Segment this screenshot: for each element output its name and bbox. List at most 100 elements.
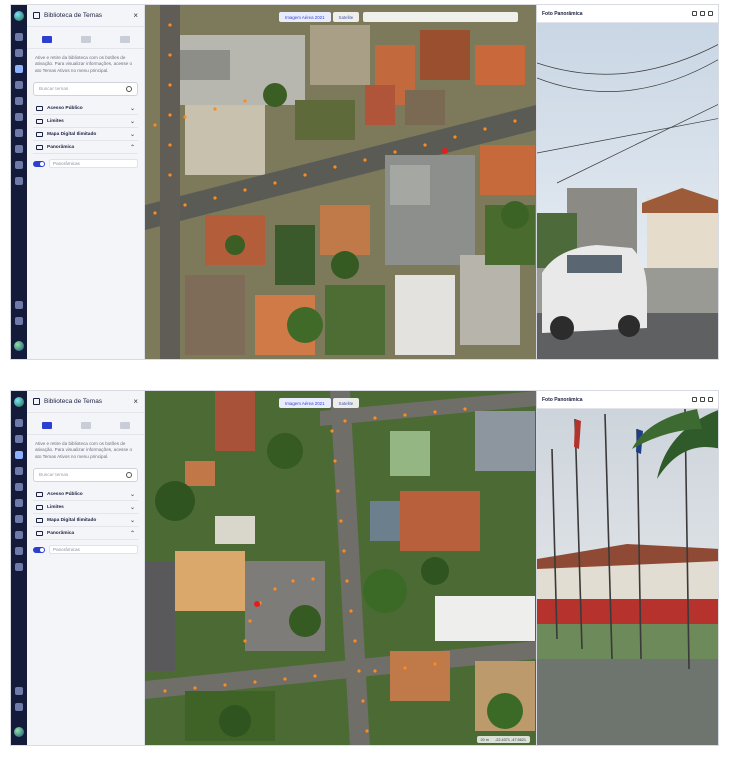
layer-group-acesso-publico[interactable]: Acesso Público ⌄ — [33, 488, 138, 502]
panoramica-toggle[interactable] — [33, 160, 45, 167]
tab-grid-view[interactable] — [80, 422, 91, 429]
close-photo-icon[interactable] — [708, 397, 713, 402]
street-view-image[interactable] — [537, 409, 718, 745]
panoramica-toggle-row: Panorâmicas — [33, 158, 138, 169]
measure-icon[interactable] — [15, 97, 23, 105]
settings-icon[interactable] — [15, 687, 23, 695]
home-icon[interactable] — [15, 419, 23, 427]
street-view-image[interactable] — [537, 23, 718, 359]
panoramica-toggle-row: Panorâmicas — [33, 544, 138, 555]
tab-basemap-aerial[interactable]: Imagem Aérea 2021 — [279, 12, 331, 22]
layer-search-input[interactable]: Buscar temas — [33, 82, 138, 97]
app-logo-icon — [14, 11, 24, 21]
layers-icon[interactable] — [15, 451, 23, 459]
tab-favorites[interactable] — [119, 36, 130, 43]
chart-icon[interactable] — [15, 129, 23, 137]
layer-group-mapa-digital[interactable]: Mapa Digital Ilimitado ⌄ — [33, 514, 138, 528]
search-icon — [126, 86, 132, 93]
panel-description: Ative e retire da biblioteca com os botõ… — [35, 441, 133, 459]
chevron-down-icon: ⌄ — [129, 105, 135, 112]
photo-header: Foto Panorâmica — [537, 5, 718, 23]
panel-header: Biblioteca de Temas × — [27, 5, 144, 27]
chevron-down-icon: ⌄ — [129, 131, 135, 138]
expand-icon[interactable] — [700, 397, 705, 402]
share-icon[interactable] — [15, 145, 23, 153]
share-icon[interactable] — [15, 531, 23, 539]
search-placeholder: Buscar temas — [39, 86, 69, 92]
folder-icon — [36, 144, 43, 150]
layer-group-limites[interactable]: Limites ⌄ — [33, 501, 138, 515]
aerial-map[interactable]: Imagem Aérea 2021 Satelite — [145, 5, 536, 359]
folder-icon — [36, 504, 43, 510]
info-icon[interactable] — [15, 317, 23, 325]
user-icon[interactable] — [15, 547, 23, 555]
tab-list-view[interactable] — [41, 36, 52, 43]
close-panel-button[interactable]: × — [133, 397, 138, 406]
layer-group-panoramica[interactable]: Panorâmica ⌃ — [33, 141, 138, 155]
settings-icon[interactable] — [15, 301, 23, 309]
help-icon[interactable] — [15, 177, 23, 185]
basemap-tabs: Imagem Aérea 2021 Satelite — [279, 398, 360, 408]
close-photo-icon[interactable] — [708, 11, 713, 16]
chevron-up-icon: ⌃ — [129, 144, 135, 151]
measure-icon[interactable] — [15, 483, 23, 491]
help-icon[interactable] — [15, 563, 23, 571]
layer-group-limites[interactable]: Limites ⌄ — [33, 115, 138, 129]
panoramic-photo-pane: Foto Panorâmica — [536, 391, 718, 745]
map-toolbar[interactable] — [363, 12, 518, 22]
tools-icon[interactable] — [15, 81, 23, 89]
layer-group-label: Panorâmica — [47, 530, 75, 536]
panel-title: Biblioteca de Temas — [44, 398, 103, 405]
layer-group-acesso-publico[interactable]: Acesso Público ⌄ — [33, 102, 138, 116]
user-icon[interactable] — [15, 161, 23, 169]
tools-icon[interactable] — [15, 467, 23, 475]
panel-mode-tabs — [27, 417, 144, 435]
tab-list-view[interactable] — [41, 422, 52, 429]
tab-basemap-satellite[interactable]: Satelite — [332, 12, 360, 22]
basemap-tabs: Imagem Aérea 2021 Satelite — [279, 12, 360, 22]
globe-icon[interactable] — [14, 341, 24, 351]
layer-group-mapa-digital[interactable]: Mapa Digital Ilimitado ⌄ — [33, 128, 138, 142]
chevron-down-icon: ⌄ — [129, 504, 135, 511]
folder-icon — [36, 118, 43, 124]
street-scene-car — [537, 23, 718, 359]
chevron-down-icon: ⌄ — [129, 517, 135, 524]
close-panel-button[interactable]: × — [133, 11, 138, 20]
expand-icon[interactable] — [700, 11, 705, 16]
location-marker-icon[interactable] — [254, 601, 260, 607]
panoramic-photo-pane: Foto Panorâmica — [536, 5, 718, 359]
print-icon[interactable] — [15, 499, 23, 507]
aerial-map[interactable]: Imagem Aérea 2021 Satelite 20 m -22.4371… — [145, 391, 536, 745]
location-marker-icon[interactable] — [442, 148, 448, 154]
nav-rail — [11, 391, 27, 745]
layer-search-input[interactable]: Buscar temas — [33, 468, 138, 483]
tab-basemap-satellite[interactable]: Satelite — [332, 398, 360, 408]
search-placeholder: Buscar temas — [39, 472, 69, 478]
tab-favorites[interactable] — [119, 422, 130, 429]
photo-title: Foto Panorâmica — [542, 396, 583, 403]
photo-title: Foto Panorâmica — [542, 10, 583, 17]
photo-controls — [692, 397, 713, 402]
chevron-down-icon: ⌄ — [129, 491, 135, 498]
app-logo-icon — [14, 397, 24, 407]
layer-library-panel: Biblioteca de Temas × Ative e retire da … — [27, 5, 145, 359]
chart-icon[interactable] — [15, 515, 23, 523]
prev-photo-icon[interactable] — [692, 11, 697, 16]
search-nav-icon[interactable] — [15, 435, 23, 443]
search-nav-icon[interactable] — [15, 49, 23, 57]
prev-photo-icon[interactable] — [692, 397, 697, 402]
layers-icon[interactable] — [15, 65, 23, 73]
app-window-2: Biblioteca de Temas × Ative e retire da … — [10, 390, 719, 746]
layer-group-panoramica[interactable]: Panorâmica ⌃ — [33, 527, 138, 541]
chevron-up-icon: ⌃ — [129, 530, 135, 537]
tab-grid-view[interactable] — [80, 36, 91, 43]
print-icon[interactable] — [15, 113, 23, 121]
layer-group-label: Mapa Digital Ilimitado — [47, 131, 97, 137]
globe-icon[interactable] — [14, 727, 24, 737]
tab-basemap-aerial[interactable]: Imagem Aérea 2021 — [279, 398, 331, 408]
panoramica-toggle[interactable] — [33, 546, 45, 553]
folder-icon — [36, 517, 43, 523]
info-icon[interactable] — [15, 703, 23, 711]
panel-header: Biblioteca de Temas × — [27, 391, 144, 413]
home-icon[interactable] — [15, 33, 23, 41]
